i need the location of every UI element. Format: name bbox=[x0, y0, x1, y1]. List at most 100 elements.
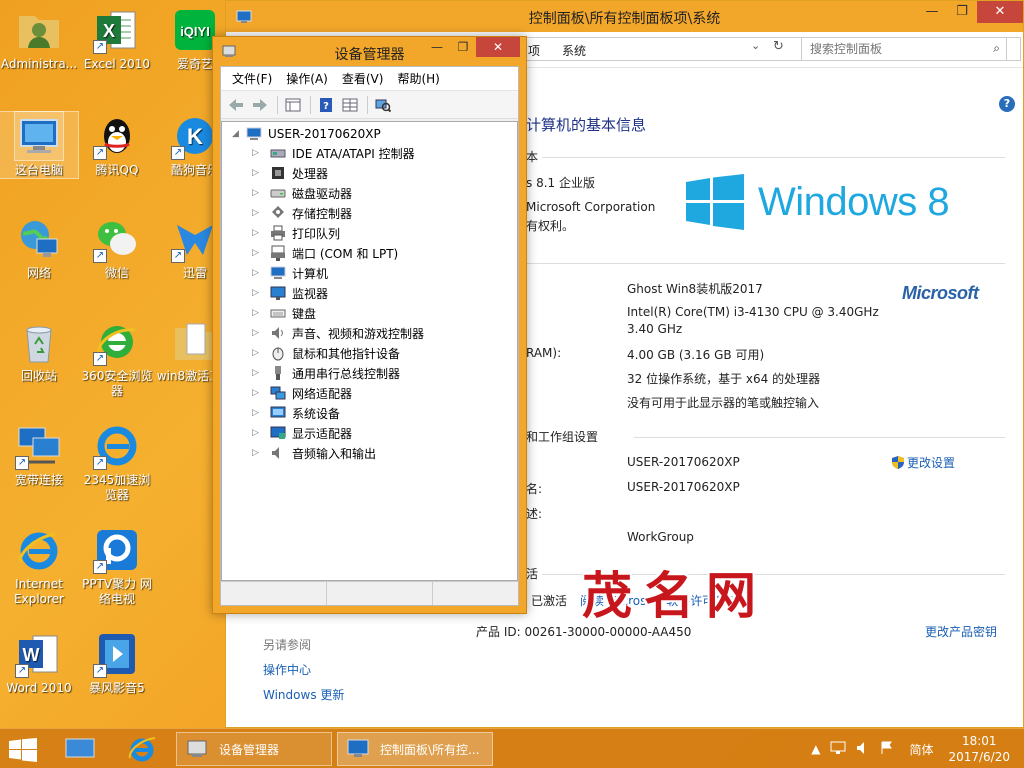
control-panel-titlebar[interactable]: 控制面板\所有控制面板项\系统 — ❐ ✕ bbox=[226, 1, 1023, 32]
expand-arrow-icon[interactable]: ▷ bbox=[252, 228, 264, 238]
change-product-key-link[interactable]: 更改产品密钥 bbox=[925, 623, 997, 640]
menu-help[interactable]: 帮助(H) bbox=[390, 70, 446, 87]
start-windows-icon[interactable] bbox=[9, 738, 37, 762]
network-tray-icon[interactable] bbox=[830, 741, 846, 758]
tree-item-storage-controllers[interactable]: ▷ 存储控制器 bbox=[252, 203, 352, 223]
tree-item-ports[interactable]: ▷ 端口 (COM 和 LPT) bbox=[252, 243, 398, 263]
expand-arrow-icon[interactable]: ▷ bbox=[252, 368, 264, 378]
clock[interactable]: 18:01 2017/6/20 bbox=[948, 733, 1010, 765]
desktop-icon-internet-explorer[interactable]: Internet Explorer bbox=[0, 526, 78, 607]
tree-item-usb-controllers[interactable]: ▷ 通用串行总线控制器 bbox=[252, 363, 400, 383]
maximize-button[interactable]: ❐ bbox=[947, 1, 977, 23]
device-manager-titlebar[interactable]: 设备管理器 — ❐ ✕ bbox=[213, 37, 526, 64]
tree-item-mice[interactable]: ▷ 鼠标和其他指针设备 bbox=[252, 343, 400, 363]
help-book-icon[interactable]: ? bbox=[315, 95, 337, 115]
menu-file[interactable]: 文件(F) bbox=[225, 70, 279, 87]
tree-item-system-devices[interactable]: ▷ 系统设备 bbox=[252, 403, 340, 423]
tree-item-computer[interactable]: ▷ 计算机 bbox=[252, 263, 328, 283]
minimize-button[interactable]: — bbox=[917, 1, 947, 23]
expand-arrow-icon[interactable]: ▷ bbox=[252, 248, 264, 258]
tree-item-sound-controllers[interactable]: ▷ 声音、视频和游戏控制器 bbox=[252, 323, 424, 343]
tray-overflow-icon[interactable]: ▲ bbox=[811, 742, 820, 756]
desktop-icon-label: Internet Explorer bbox=[14, 577, 64, 606]
watermark-logo: 茂名网 bbox=[582, 567, 768, 625]
desktop-icon-pptv[interactable]: ↗ PPTV聚力 网络电视 bbox=[78, 526, 156, 607]
tree-item-disk-drives[interactable]: ▷ 磁盘驱动器 bbox=[252, 183, 352, 203]
back-arrow-icon[interactable] bbox=[225, 95, 247, 115]
close-button[interactable]: ✕ bbox=[977, 1, 1023, 23]
expand-arrow-icon[interactable]: ▷ bbox=[252, 348, 264, 358]
expand-arrow-icon[interactable]: ▷ bbox=[252, 208, 264, 218]
expand-arrow-icon[interactable]: ▷ bbox=[252, 268, 264, 278]
tree-item-audio-inputs-outputs[interactable]: ▷ 音频输入和输出 bbox=[252, 443, 376, 463]
desktop-icon-network[interactable]: 网络 bbox=[0, 215, 78, 281]
action-center-link[interactable]: 操作中心 bbox=[263, 661, 311, 678]
chevron-down-icon[interactable]: ⌄ bbox=[751, 39, 760, 52]
taskbar-pin-internet-explorer[interactable] bbox=[118, 733, 166, 765]
taskbar-task-control-panel[interactable]: 控制面板\所有控... bbox=[337, 732, 493, 766]
tree-item-network-adapters[interactable]: ▷ 网络适配器 bbox=[252, 383, 352, 403]
desktop-icon-this-pc[interactable]: 这台电脑 bbox=[0, 111, 79, 179]
tree-item-keyboards[interactable]: ▷ 键盘 bbox=[252, 303, 316, 323]
taskbar-pin-desktop[interactable] bbox=[56, 733, 104, 765]
desktop-icon-administrator[interactable]: Administra... bbox=[0, 6, 78, 72]
tree-item-processors[interactable]: ▷ 处理器 bbox=[252, 163, 328, 183]
minimize-button[interactable]: — bbox=[424, 37, 450, 57]
forward-arrow-icon[interactable] bbox=[249, 95, 271, 115]
volume-icon[interactable] bbox=[856, 741, 870, 758]
expand-arrow-icon[interactable]: ▷ bbox=[252, 188, 264, 198]
desktop-icon-broadband[interactable]: ↗ 宽带连接 bbox=[0, 422, 78, 488]
search-box[interactable]: ⌕ bbox=[801, 37, 1007, 61]
breadcrumb-item[interactable]: 项 bbox=[528, 42, 540, 59]
desktop-icon-label: 360安全浏览器 bbox=[81, 369, 153, 398]
help-icon[interactable]: ? bbox=[999, 96, 1015, 112]
device-tree[interactable]: ◢ USER-20170620XP ▷ IDE ATA/ATAPI 控制器 ▷ … bbox=[221, 121, 518, 581]
search-icon[interactable]: ⌕ bbox=[993, 41, 1000, 56]
expand-arrow-icon[interactable]: ▷ bbox=[252, 428, 264, 438]
full-name-value: USER-20170620XP bbox=[627, 480, 740, 494]
breadcrumb-item-current[interactable]: 系统 bbox=[562, 42, 586, 59]
tree-item-display-adapters[interactable]: ▷ 显示适配器 bbox=[252, 423, 352, 443]
tree-root-computer[interactable]: ◢ USER-20170620XP bbox=[232, 126, 381, 142]
desktop-icon-recycle-bin[interactable]: 回收站 bbox=[0, 318, 78, 384]
network-globe-icon bbox=[15, 215, 63, 263]
search-input[interactable] bbox=[802, 38, 982, 60]
expand-arrow-icon[interactable]: ▷ bbox=[252, 148, 264, 158]
taskbar-task-device-manager[interactable]: 设备管理器 bbox=[176, 732, 332, 766]
tree-item-print-queues[interactable]: ▷ 打印队列 bbox=[252, 223, 340, 243]
description-label: 述: bbox=[526, 507, 543, 521]
desktop-icon-word-2010[interactable]: W ↗ Word 2010 bbox=[0, 630, 78, 696]
desktop-icon-wechat[interactable]: ↗ 微信 bbox=[78, 215, 156, 281]
action-center-flag-icon[interactable] bbox=[880, 741, 894, 758]
windows-update-link[interactable]: Windows 更新 bbox=[263, 686, 344, 703]
desktop-icon-360-browser[interactable]: ↗ 360安全浏览器 bbox=[78, 318, 156, 399]
expand-arrow-icon[interactable]: ▷ bbox=[252, 408, 264, 418]
desktop-icon-2345-browser[interactable]: ↗ 2345加速浏览器 bbox=[78, 422, 156, 503]
tree-item-label: 音频输入和输出 bbox=[292, 446, 377, 461]
tree-item-ide-controllers[interactable]: ▷ IDE ATA/ATAPI 控制器 bbox=[252, 143, 415, 163]
refresh-icon[interactable]: ↻ bbox=[773, 39, 784, 54]
maximize-button[interactable]: ❐ bbox=[450, 37, 476, 57]
change-settings-link[interactable]: 更改设置 bbox=[892, 454, 955, 471]
menu-view[interactable]: 查看(V) bbox=[335, 70, 391, 87]
desktop-icon-excel-2010[interactable]: X ↗ Excel 2010 bbox=[78, 6, 156, 72]
expand-arrow-icon[interactable]: ▷ bbox=[252, 448, 264, 458]
ime-indicator[interactable]: 简体 bbox=[909, 741, 933, 758]
expand-arrow-icon[interactable]: ▷ bbox=[252, 308, 264, 318]
expand-arrow-icon[interactable]: ▷ bbox=[252, 288, 264, 298]
tree-item-monitors[interactable]: ▷ 监视器 bbox=[252, 283, 328, 303]
ram-label: RAM): bbox=[526, 346, 562, 360]
collapse-arrow-icon[interactable]: ◢ bbox=[232, 129, 244, 139]
desktop-icon-baofeng[interactable]: ↗ 暴风影音5 bbox=[78, 630, 156, 696]
expand-arrow-icon[interactable]: ▷ bbox=[252, 168, 264, 178]
expand-arrow-icon[interactable]: ▷ bbox=[252, 388, 264, 398]
device-manager-window[interactable]: 设备管理器 — ❐ ✕ 文件(F) 操作(A) 查看(V) 帮助(H) ? ◢ bbox=[212, 36, 527, 614]
scan-hardware-icon[interactable] bbox=[372, 95, 394, 115]
expand-arrow-icon[interactable]: ▷ bbox=[252, 328, 264, 338]
desktop-icon-qq[interactable]: ↗ 腾讯QQ bbox=[78, 112, 156, 178]
close-button[interactable]: ✕ bbox=[476, 37, 520, 57]
properties-grid-icon[interactable] bbox=[282, 95, 304, 115]
menu-action[interactable]: 操作(A) bbox=[279, 70, 335, 87]
desktop-icon-label: PPTV聚力 网络电视 bbox=[82, 577, 152, 606]
view-grid-icon[interactable] bbox=[339, 95, 361, 115]
